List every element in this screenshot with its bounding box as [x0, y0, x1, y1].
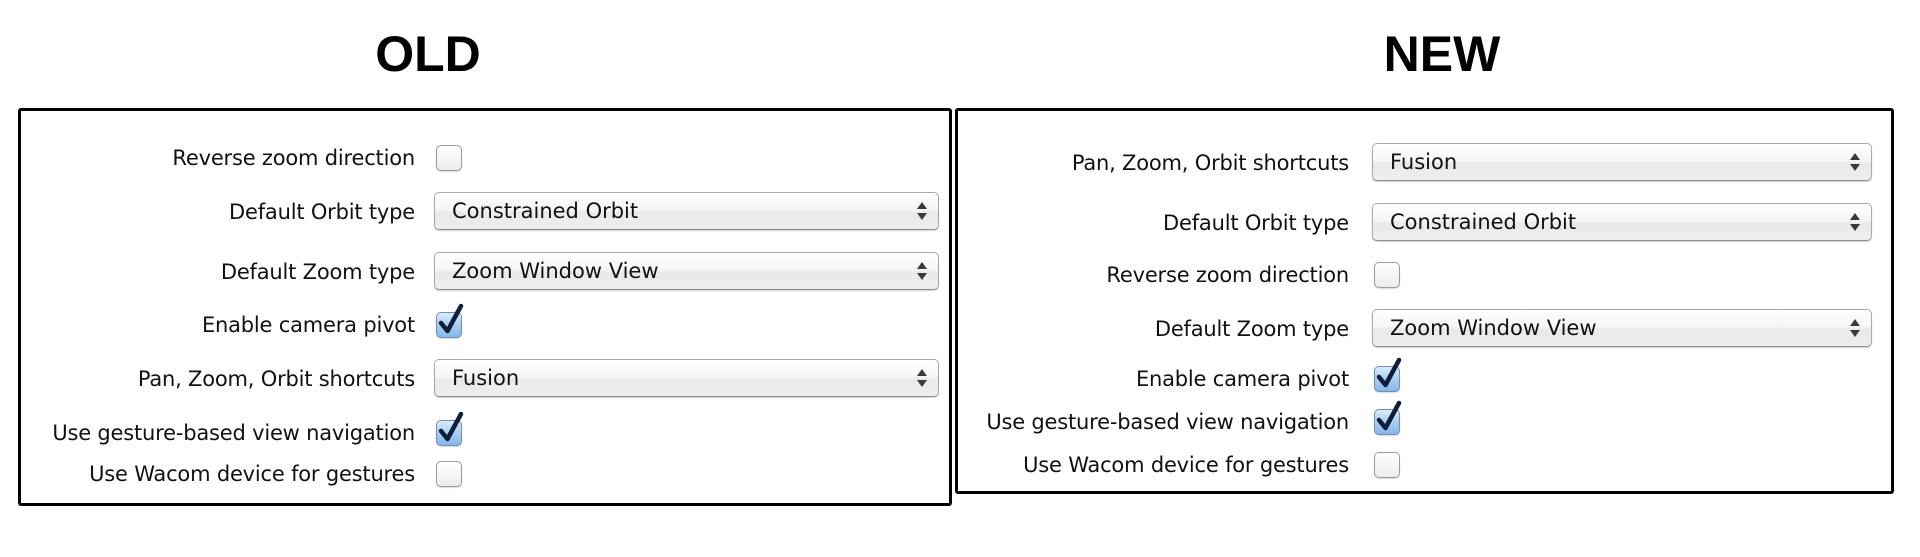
zoom-type-select[interactable]: Zoom Window View: [1372, 309, 1872, 347]
gesture-navigation-checkbox[interactable]: [1374, 400, 1402, 435]
new-settings-panel: Pan, Zoom, Orbit shortcuts Fusion Defaul…: [955, 108, 1894, 494]
setting-row-gesture-navigation: Use gesture-based view navigation: [958, 400, 1891, 442]
setting-row-orbit-type: Default Orbit type Constrained Orbit: [958, 203, 1891, 243]
camera-pivot-checkbox[interactable]: [436, 303, 464, 338]
gesture-navigation-checkbox[interactable]: [436, 411, 464, 446]
reverse-zoom-checkbox[interactable]: [1374, 262, 1400, 288]
wacom-label: Use Wacom device for gestures: [89, 462, 415, 486]
orbit-type-select[interactable]: Constrained Orbit: [434, 192, 939, 230]
orbit-type-value: Constrained Orbit: [452, 199, 639, 223]
shortcuts-label: Pan, Zoom, Orbit shortcuts: [1071, 151, 1349, 175]
wacom-label: Use Wacom device for gestures: [1023, 453, 1349, 477]
checkmark-icon: [438, 411, 464, 442]
camera-pivot-label: Enable camera pivot: [1135, 367, 1349, 391]
checkmark-icon: [1376, 357, 1402, 388]
setting-row-reverse-zoom: Reverse zoom direction: [958, 255, 1891, 295]
up-down-arrows-icon: [1850, 319, 1860, 339]
setting-row-shortcuts: Pan, Zoom, Orbit shortcuts Fusion: [958, 143, 1891, 183]
orbit-type-select[interactable]: Constrained Orbit: [1372, 203, 1872, 241]
up-down-arrows-icon: [1850, 213, 1860, 233]
shortcuts-select[interactable]: Fusion: [434, 359, 939, 397]
zoom-type-label: Default Zoom type: [1154, 317, 1349, 341]
shortcuts-select[interactable]: Fusion: [1372, 143, 1872, 181]
shortcuts-value: Fusion: [452, 366, 520, 390]
checkmark-icon: [1376, 400, 1402, 431]
zoom-type-value: Zoom Window View: [1390, 316, 1597, 340]
gesture-navigation-label: Use gesture-based view navigation: [52, 421, 415, 445]
orbit-type-label: Default Orbit type: [1163, 211, 1349, 235]
up-down-arrows-icon: [1850, 153, 1860, 173]
reverse-zoom-label: Reverse zoom direction: [172, 146, 415, 170]
old-settings-panel: Reverse zoom direction Default Orbit typ…: [18, 108, 952, 506]
setting-row-shortcuts: Pan, Zoom, Orbit shortcuts Fusion: [21, 359, 949, 399]
setting-row-reverse-zoom: Reverse zoom direction: [21, 138, 949, 178]
camera-pivot-label: Enable camera pivot: [201, 313, 415, 337]
camera-pivot-checkbox[interactable]: [1374, 357, 1402, 392]
orbit-type-label: Default Orbit type: [229, 200, 415, 224]
setting-row-camera-pivot: Enable camera pivot: [958, 357, 1891, 399]
setting-row-wacom: Use Wacom device for gestures: [21, 454, 949, 494]
shortcuts-label: Pan, Zoom, Orbit shortcuts: [137, 367, 415, 391]
zoom-type-select[interactable]: Zoom Window View: [434, 252, 939, 290]
setting-row-gesture-navigation: Use gesture-based view navigation: [21, 411, 949, 453]
checkmark-icon: [438, 303, 464, 334]
shortcuts-value: Fusion: [1390, 150, 1458, 174]
setting-row-orbit-type: Default Orbit type Constrained Orbit: [21, 192, 949, 232]
setting-row-camera-pivot: Enable camera pivot: [21, 303, 949, 345]
zoom-type-value: Zoom Window View: [452, 259, 659, 283]
orbit-type-value: Constrained Orbit: [1390, 210, 1577, 234]
gesture-navigation-label: Use gesture-based view navigation: [986, 410, 1349, 434]
old-heading: OLD: [375, 26, 481, 82]
new-heading: NEW: [1383, 26, 1501, 82]
reverse-zoom-label: Reverse zoom direction: [1106, 263, 1349, 287]
setting-row-zoom-type: Default Zoom type Zoom Window View: [958, 309, 1891, 349]
wacom-checkbox[interactable]: [1374, 452, 1400, 478]
zoom-type-label: Default Zoom type: [220, 260, 415, 284]
up-down-arrows-icon: [917, 202, 927, 222]
setting-row-zoom-type: Default Zoom type Zoom Window View: [21, 252, 949, 292]
reverse-zoom-checkbox[interactable]: [436, 145, 462, 171]
wacom-checkbox[interactable]: [436, 461, 462, 487]
setting-row-wacom: Use Wacom device for gestures: [958, 445, 1891, 485]
up-down-arrows-icon: [917, 262, 927, 282]
up-down-arrows-icon: [917, 369, 927, 389]
